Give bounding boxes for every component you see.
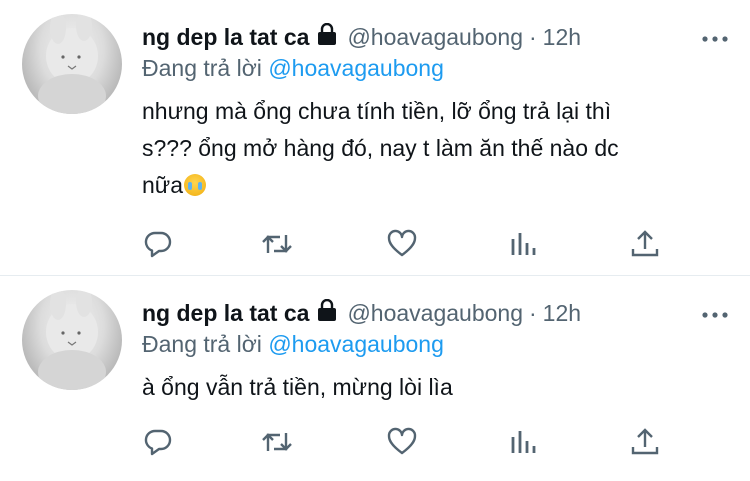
tweet-text-line: à ổng vẫn trả tiền, mừng lòi lìa — [142, 374, 453, 400]
tweet[interactable]: ng dep la tat ca @hoavagaubong · 12h Đan… — [0, 0, 750, 275]
lock-icon — [317, 22, 337, 51]
author-name[interactable]: ng dep la tat ca — [142, 24, 309, 51]
reply-icon[interactable] — [142, 228, 176, 262]
tweet-actions — [142, 228, 662, 262]
replying-to-label: Đang trả lời — [142, 55, 262, 81]
like-icon[interactable] — [386, 426, 420, 460]
like-icon[interactable] — [386, 228, 420, 262]
crying-face-emoji-icon — [183, 174, 206, 196]
tweet-text: à ổng vẫn trả tiền, mừng lòi lìa — [142, 369, 722, 406]
tweet-text: nhưng mà ổng chưa tính tiền, lỡ ổng trả … — [142, 93, 722, 204]
tweet-text-line: nữa — [142, 172, 183, 198]
share-icon[interactable] — [629, 228, 663, 262]
tweet-actions — [142, 426, 662, 460]
replying-to-label: Đang trả lời — [142, 331, 262, 357]
share-icon[interactable] — [629, 426, 663, 460]
replying-to: Đang trả lời @hoavagaubong — [142, 331, 444, 358]
tweet[interactable]: ng dep la tat ca @hoavagaubong · 12h Đan… — [0, 275, 750, 481]
lock-icon — [317, 298, 337, 327]
analytics-icon[interactable] — [508, 426, 542, 460]
reply-icon[interactable] — [142, 426, 176, 460]
separator-dot: · — [529, 299, 537, 326]
tweet-header: ng dep la tat ca @hoavagaubong · 12h — [142, 298, 732, 328]
retweet-icon[interactable] — [261, 426, 295, 460]
replying-to-handle[interactable]: @hoavagaubong — [268, 331, 444, 357]
author-name[interactable]: ng dep la tat ca — [142, 300, 309, 327]
timestamp[interactable]: 12h — [543, 300, 581, 327]
timestamp[interactable]: 12h — [543, 24, 581, 51]
tweet-text-line: nhưng mà ổng chưa tính tiền, lỡ ổng trả … — [142, 98, 612, 124]
avatar[interactable] — [22, 14, 122, 114]
retweet-icon[interactable] — [261, 228, 295, 262]
replying-to: Đang trả lời @hoavagaubong — [142, 55, 444, 82]
separator-dot: · — [529, 23, 537, 50]
author-handle[interactable]: @hoavagaubong — [347, 24, 523, 51]
tweet-text-line: s??? ổng mở hàng đó, nay t làm ăn thế nà… — [142, 135, 619, 161]
author-handle[interactable]: @hoavagaubong — [347, 300, 523, 327]
analytics-icon[interactable] — [508, 228, 542, 262]
avatar[interactable] — [22, 290, 122, 390]
more-options-icon[interactable] — [700, 28, 730, 48]
replying-to-handle[interactable]: @hoavagaubong — [268, 55, 444, 81]
tweet-header: ng dep la tat ca @hoavagaubong · 12h — [142, 22, 732, 52]
more-options-icon[interactable] — [700, 304, 730, 324]
